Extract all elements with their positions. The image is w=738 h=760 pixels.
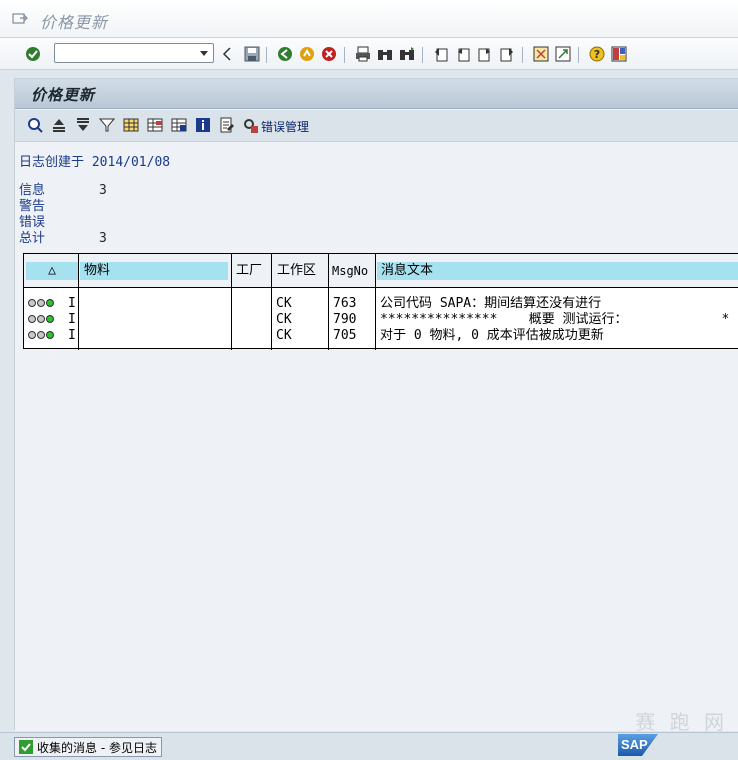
row-work-area: CK (276, 312, 292, 327)
new-session-icon[interactable] (532, 45, 550, 63)
header-msgno[interactable]: MsgNo (330, 262, 376, 280)
row-msgtext: 对于 0 物料, 0 成本评估被成功更新 (380, 328, 604, 343)
details-icon[interactable] (27, 117, 43, 133)
row-msgtext: *************** 概要 测试运行： * (380, 312, 730, 327)
back-icon[interactable] (276, 45, 294, 63)
log-created-line: 日志创建于 2014/01/08 (19, 151, 170, 170)
table-header: △ 物料 工厂 工作区 MsgNo 消息文本 (24, 254, 738, 288)
header-work-area[interactable]: 工作区 (273, 262, 329, 280)
table-row[interactable]: I CK 705 对于 0 物料, 0 成本评估被成功更新 (24, 328, 738, 344)
stat-total: 总计 3 (19, 231, 107, 246)
row-work-area: CK (276, 296, 292, 311)
layout-icon[interactable] (610, 45, 628, 63)
sort-descending-icon[interactable] (75, 117, 91, 133)
row-plant (234, 296, 270, 312)
header-status[interactable]: △ (26, 262, 78, 280)
stat-warning: 警告 (19, 199, 46, 214)
first-page-icon[interactable] (432, 45, 450, 63)
status-lights-icon (28, 299, 54, 307)
select-layout-icon[interactable] (147, 117, 163, 133)
watermark-text: 赛 跑 网 (635, 710, 728, 734)
find-icon[interactable] (376, 45, 394, 63)
status-message[interactable]: 收集的消息 - 参见日志 (14, 737, 162, 757)
row-work-area: CK (276, 328, 292, 343)
standard-toolbar: ? (0, 38, 738, 70)
row-plant (234, 328, 270, 344)
title-bar: 价格更新 (0, 0, 738, 38)
row-msgno: 763 (333, 296, 357, 311)
log-created-label: 日志创建于 (19, 155, 85, 170)
row-plant (234, 312, 270, 328)
cancel-icon[interactable] (320, 45, 338, 63)
exit-icon[interactable] (298, 45, 316, 63)
row-msgno: 790 (333, 312, 357, 327)
document-icon[interactable] (219, 117, 235, 133)
error-management-button[interactable]: 错误管理 (243, 117, 309, 135)
menu-icon[interactable] (12, 12, 28, 26)
main-area: 价格更新 错误管理 日志创建于 2014/01/08 信息 3 警告 错误 总计 3 (14, 78, 738, 731)
save-layout-icon[interactable] (171, 117, 187, 133)
error-management-icon (244, 119, 258, 133)
log-content: 日志创建于 2014/01/08 信息 3 警告 错误 总计 3 △ 物料 工厂 工… (15, 143, 738, 731)
prev-page-icon[interactable] (454, 45, 472, 63)
info-icon[interactable] (195, 117, 211, 133)
sort-ascending-icon[interactable] (51, 117, 67, 133)
message-table: △ 物料 工厂 工作区 MsgNo 消息文本 I CK 763 公司代码 SAP… (23, 253, 738, 350)
shortcut-icon[interactable] (554, 45, 572, 63)
error-management-label: 错误管理 (261, 119, 310, 134)
row-msgtext: 公司代码 SAPA：期间结算还没有进行 (380, 296, 602, 311)
command-input[interactable] (55, 44, 195, 62)
log-created-date: 2014/01/08 (91, 155, 171, 170)
screen-header: 价格更新 (15, 79, 738, 109)
statistics: 信息 3 警告 错误 总计 3 (19, 183, 107, 247)
window-title: 价格更新 (40, 13, 109, 32)
row-material (82, 328, 228, 344)
header-material[interactable]: 物料 (80, 262, 228, 280)
row-msgno: 705 (333, 328, 357, 343)
next-page-icon[interactable] (476, 45, 494, 63)
print-icon[interactable] (354, 45, 372, 63)
stat-error: 错误 (19, 215, 46, 230)
enter-icon[interactable] (24, 45, 42, 63)
dropdown-icon[interactable] (197, 47, 211, 59)
back-nav-icon[interactable] (218, 45, 236, 63)
success-icon (19, 740, 33, 754)
application-toolbar: 错误管理 (15, 110, 738, 142)
help-icon[interactable]: ? (588, 45, 606, 63)
command-field[interactable] (54, 43, 214, 63)
header-plant[interactable]: 工厂 (232, 262, 272, 280)
row-type: I (68, 312, 76, 327)
screen-title: 价格更新 (31, 86, 96, 104)
row-material (82, 296, 228, 312)
save-icon[interactable] (243, 45, 261, 63)
table-row[interactable]: I CK 790 *************** 概要 测试运行： * (24, 312, 738, 328)
filter-icon[interactable] (99, 117, 115, 133)
row-type: I (68, 296, 76, 311)
status-message-text: 收集的消息 - 参见日志 (37, 740, 157, 755)
status-lights-icon (28, 315, 54, 323)
row-material (82, 312, 228, 328)
header-msgtext[interactable]: 消息文本 (377, 262, 738, 280)
table-row[interactable]: I CK 763 公司代码 SAPA：期间结算还没有进行 (24, 296, 738, 312)
last-page-icon[interactable] (498, 45, 516, 63)
find-next-icon[interactable] (398, 45, 416, 63)
stat-info: 信息 3 (19, 183, 107, 198)
svg-text:?: ? (594, 48, 600, 61)
change-layout-icon[interactable] (123, 117, 139, 133)
row-type: I (68, 328, 76, 343)
status-lights-icon (28, 331, 54, 339)
